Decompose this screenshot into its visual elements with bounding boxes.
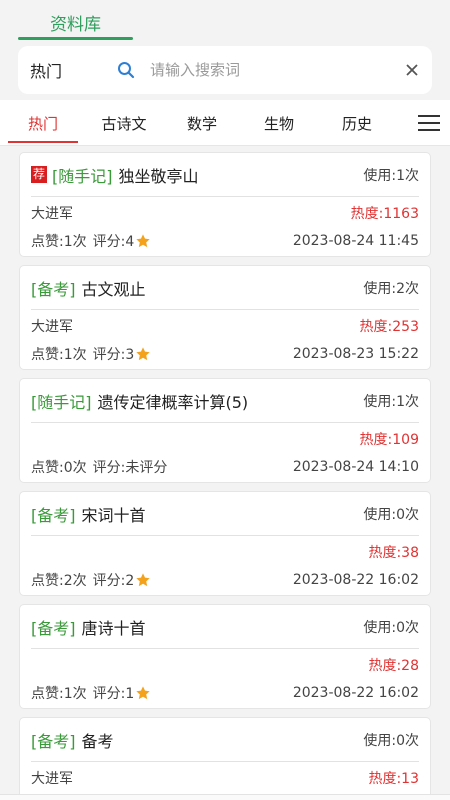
stats-row: 点赞:0次 评分:未评分 2023-08-24 14:10 bbox=[31, 453, 419, 481]
card-header: [备考] 唐诗十首 使用:0次 bbox=[31, 605, 419, 649]
recommend-badge: 荐 bbox=[31, 166, 48, 183]
stats-row: 点赞:1次 评分:1 2023-08-22 16:02 bbox=[31, 679, 419, 707]
rating: 评分:未评分 bbox=[92, 460, 168, 476]
tab-biology[interactable]: 生物 bbox=[240, 100, 318, 146]
tab-classical-poetry[interactable]: 古诗文 bbox=[85, 100, 163, 146]
category-tag: [备考] bbox=[31, 731, 76, 751]
item-title: 遗传定律概率计算(5) bbox=[97, 392, 249, 412]
list-item[interactable]: [备考] 古文观止 使用:2次大进军 热度:253 点赞:1次 评分:3 2023-08-2… bbox=[19, 265, 431, 370]
bottom-bar bbox=[0, 794, 450, 800]
list-item[interactable]: [备考] 宋词十首 使用:0次热度:38 点赞:2次 评分:2 2023-08-22 16… bbox=[19, 491, 431, 596]
stats-row: 点赞:2次 评分:2 2023-08-22 16:02 bbox=[31, 566, 419, 594]
star-icon bbox=[135, 346, 151, 362]
card-header: [备考] 备考 使用:0次 bbox=[31, 718, 419, 762]
close-icon[interactable] bbox=[392, 63, 432, 77]
card-header: [随手记] 遗传定律概率计算(5) 使用:1次 bbox=[31, 379, 419, 423]
menu-icon[interactable] bbox=[414, 108, 444, 138]
search-scope[interactable]: 热门 bbox=[18, 58, 108, 82]
usage-count: 使用:0次 bbox=[363, 732, 419, 749]
tab-hot[interactable]: 热门 bbox=[4, 100, 82, 146]
timestamp: 2023-08-23 15:22 bbox=[292, 346, 419, 362]
like-count: 点赞:0次 bbox=[31, 460, 87, 476]
author: 大进军 bbox=[31, 771, 73, 787]
meta-row: 大进军 热度:13 bbox=[31, 764, 419, 792]
rating: 评分:2 bbox=[92, 573, 135, 589]
category-tag: [随手记] bbox=[31, 392, 92, 412]
search-icon[interactable] bbox=[108, 61, 144, 79]
like-count: 点赞:1次 bbox=[31, 686, 87, 702]
timestamp: 2023-08-22 16:02 bbox=[292, 685, 419, 701]
usage-count: 使用:2次 bbox=[363, 280, 419, 297]
meta-row: 大进军 热度:1163 bbox=[31, 199, 419, 227]
timestamp: 2023-08-24 11:45 bbox=[292, 233, 419, 249]
rating: 评分:4 bbox=[92, 234, 135, 250]
tab-resource-library[interactable]: 资料库 bbox=[18, 4, 133, 40]
item-title: 宋词十首 bbox=[81, 505, 146, 525]
stats-row: 点赞:1次 评分:3 2023-08-23 15:22 bbox=[31, 340, 419, 368]
tab-active-underline bbox=[8, 141, 78, 143]
heat-value: 热度:28 bbox=[368, 658, 419, 674]
tab-history[interactable]: 历史 bbox=[318, 100, 396, 146]
category-tag: [备考] bbox=[31, 618, 76, 638]
list-item[interactable]: [备考] 唐诗十首 使用:0次热度:28 点赞:1次 评分:1 2023-08-22 16… bbox=[19, 604, 431, 709]
timestamp: 2023-08-22 16:02 bbox=[292, 572, 419, 588]
category-tab-bar: 热门 古诗文 数学 生物 历史 bbox=[0, 100, 450, 146]
card-header: [备考] 古文观止 使用:2次 bbox=[31, 266, 419, 310]
search-bar: 热门 bbox=[18, 46, 432, 94]
author: 大进军 bbox=[31, 206, 73, 222]
list-item[interactable]: [随手记] 遗传定律概率计算(5) 使用:1次热度:109 点赞:0次 评分:未评分 20… bbox=[19, 378, 431, 483]
item-title: 备考 bbox=[81, 731, 114, 751]
star-icon bbox=[135, 233, 151, 249]
item-title: 古文观止 bbox=[81, 279, 146, 299]
rating: 评分:3 bbox=[92, 347, 135, 363]
heat-value: 热度:109 bbox=[359, 432, 419, 448]
item-title: 唐诗十首 bbox=[81, 618, 146, 638]
list-item[interactable]: 荐 [随手记] 独坐敬亭山 使用:1次大进军 热度:1163 点赞:1次 评分:4 2023-… bbox=[19, 152, 431, 257]
meta-row: 热度:109 bbox=[31, 425, 419, 453]
card-header: [备考] 宋词十首 使用:0次 bbox=[31, 492, 419, 536]
like-count: 点赞:1次 bbox=[31, 347, 87, 363]
rating: 评分:1 bbox=[92, 686, 135, 702]
item-title: 独坐敬亭山 bbox=[118, 166, 199, 186]
meta-row: 热度:28 bbox=[31, 651, 419, 679]
card-header: 荐 [随手记] 独坐敬亭山 使用:1次 bbox=[31, 153, 419, 197]
list-item[interactable]: [备考] 备考 使用:0次大进军 热度:13 bbox=[19, 717, 431, 800]
tab-math[interactable]: 数学 bbox=[163, 100, 241, 146]
heat-value: 热度:253 bbox=[359, 319, 419, 335]
usage-count: 使用:1次 bbox=[363, 393, 419, 410]
like-count: 点赞:1次 bbox=[31, 234, 87, 250]
meta-row: 热度:38 bbox=[31, 538, 419, 566]
search-input[interactable] bbox=[144, 61, 392, 79]
heat-value: 热度:1163 bbox=[350, 206, 419, 222]
resource-list: 荐 [随手记] 独坐敬亭山 使用:1次 大进军 热度:1163 点赞:1次 评分:4 2023-… bbox=[19, 152, 431, 800]
category-tag: [备考] bbox=[31, 279, 76, 299]
timestamp: 2023-08-24 14:10 bbox=[292, 459, 419, 475]
category-tag: [随手记] bbox=[52, 166, 113, 186]
author: 大进军 bbox=[31, 319, 73, 335]
usage-count: 使用:1次 bbox=[363, 167, 419, 184]
heat-value: 热度:13 bbox=[368, 771, 419, 787]
heat-value: 热度:38 bbox=[368, 545, 419, 561]
star-icon bbox=[135, 572, 151, 588]
stats-row: 点赞:1次 评分:4 2023-08-24 11:45 bbox=[31, 227, 419, 255]
usage-count: 使用:0次 bbox=[363, 506, 419, 523]
category-tag: [备考] bbox=[31, 505, 76, 525]
star-icon bbox=[135, 685, 151, 701]
like-count: 点赞:2次 bbox=[31, 573, 87, 589]
active-tab-indicator bbox=[18, 37, 133, 40]
usage-count: 使用:0次 bbox=[363, 619, 419, 636]
meta-row: 大进军 热度:253 bbox=[31, 312, 419, 340]
